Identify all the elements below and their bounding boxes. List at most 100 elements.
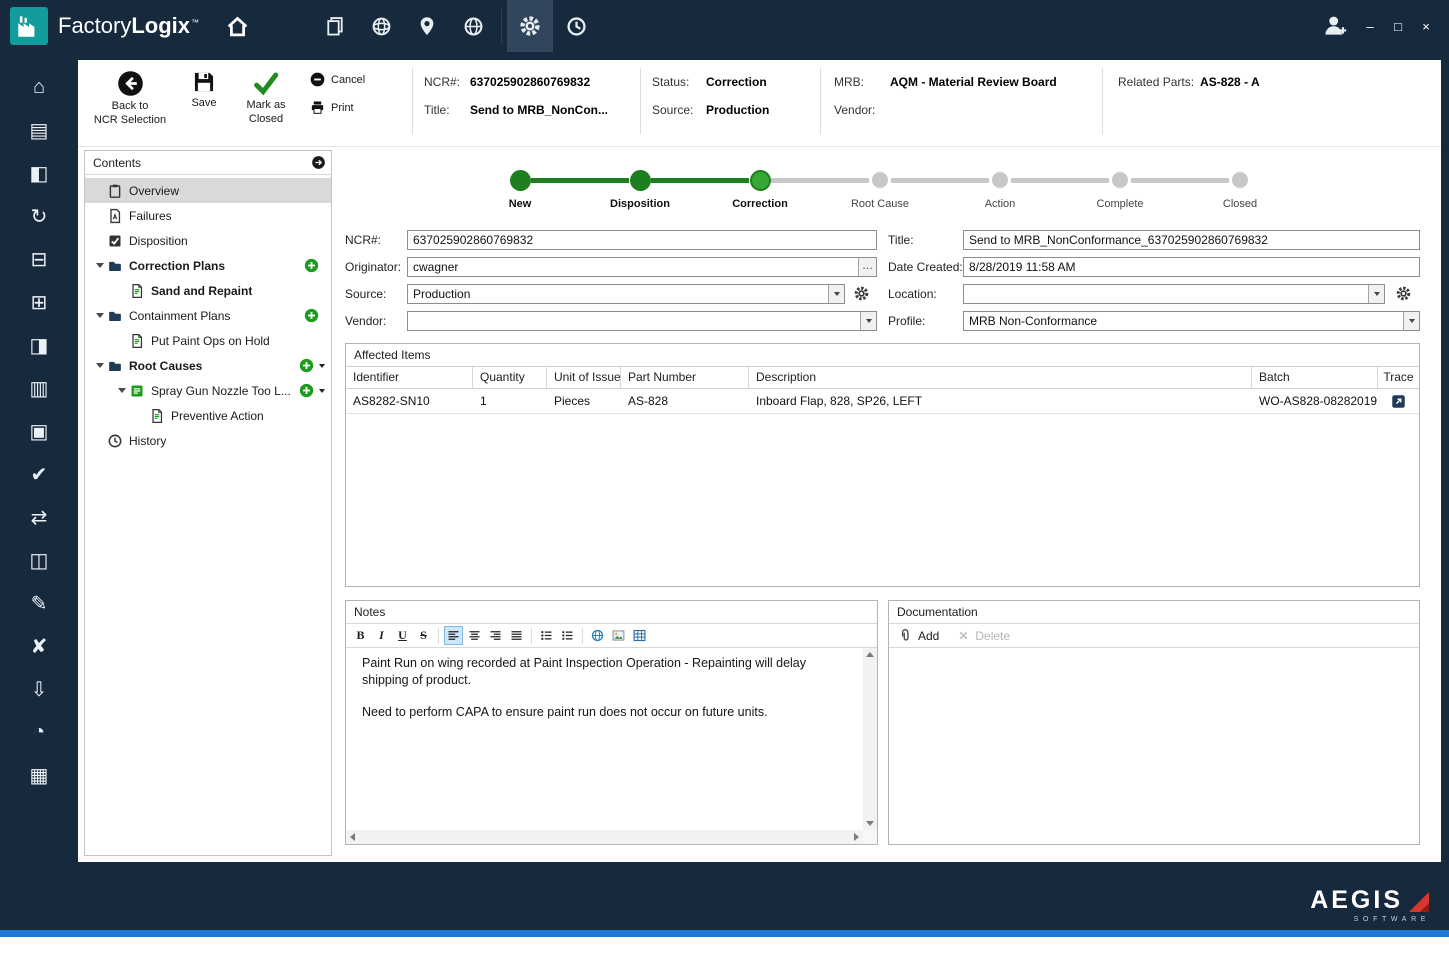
- tree-item-correction-plans[interactable]: Correction Plans: [85, 253, 331, 278]
- add-correction-plan-button[interactable]: [304, 258, 319, 273]
- title-label: Title:: [424, 103, 470, 117]
- expander-icon[interactable]: [93, 363, 107, 368]
- tree-item-root-causes[interactable]: Root Causes: [85, 353, 331, 378]
- expander-icon[interactable]: [115, 388, 129, 393]
- collapse-panel-icon[interactable]: [311, 155, 326, 170]
- back-to-ncr-selection-button[interactable]: Back toNCR Selection: [90, 70, 170, 128]
- rail-history-icon[interactable]: ↻: [0, 195, 78, 238]
- cancel-button[interactable]: Cancel: [310, 72, 365, 87]
- dropdown-arrow-icon[interactable]: [1368, 285, 1384, 303]
- ncr-input[interactable]: 637025902860769832: [407, 230, 877, 250]
- insert-image-icon[interactable]: [609, 626, 628, 645]
- insert-table-icon[interactable]: [630, 626, 649, 645]
- add-containment-plan-button[interactable]: [304, 308, 319, 323]
- tree-item-history[interactable]: History: [85, 428, 331, 453]
- content-area: Back toNCR Selection Save Mark asClosed …: [78, 60, 1441, 862]
- rail-materials-icon[interactable]: ▤: [0, 109, 78, 152]
- titlebar: FactoryLogix™ – □ ×: [0, 0, 1449, 52]
- notes-horizontal-scrollbar[interactable]: [346, 830, 863, 844]
- rail-transfer-icon[interactable]: ⇄: [0, 496, 78, 539]
- location-pin-icon[interactable]: [404, 0, 450, 52]
- align-justify-icon[interactable]: [507, 626, 526, 645]
- rail-export-icon[interactable]: ⇩: [0, 668, 78, 711]
- toolbar-status-info: Status:Correction Source:Production: [652, 68, 769, 124]
- maximize-button[interactable]: □: [1385, 6, 1411, 46]
- add-document-button[interactable]: Add: [898, 628, 939, 643]
- source-settings-gear-icon[interactable]: [853, 285, 870, 302]
- scroll-right-icon[interactable]: [854, 833, 859, 841]
- rail-reject-icon[interactable]: ✘: [0, 625, 78, 668]
- add-root-cause-button[interactable]: [299, 358, 314, 373]
- home-icon[interactable]: [225, 14, 250, 39]
- strikethrough-button[interactable]: S: [414, 626, 433, 645]
- bold-button[interactable]: B: [351, 626, 370, 645]
- print-button[interactable]: Print: [310, 100, 354, 115]
- rail-quality-icon[interactable]: ✔: [0, 453, 78, 496]
- close-button[interactable]: ×: [1413, 6, 1439, 46]
- originator-browse-button[interactable]: …: [858, 258, 876, 276]
- scroll-down-icon[interactable]: [866, 821, 874, 826]
- rail-reports-icon[interactable]: ▦: [0, 754, 78, 797]
- bullet-list-icon[interactable]: [558, 626, 577, 645]
- rail-copy-icon[interactable]: ▣: [0, 410, 78, 453]
- numbered-list-icon[interactable]: [537, 626, 556, 645]
- rail-support-icon[interactable]: ◔: [0, 711, 78, 754]
- italic-button[interactable]: I: [372, 626, 391, 645]
- notes-vertical-scrollbar[interactable]: [863, 648, 877, 830]
- scroll-left-icon[interactable]: [350, 833, 355, 841]
- sphere-icon[interactable]: [358, 0, 404, 52]
- underline-button[interactable]: U: [393, 626, 412, 645]
- rail-inspection-icon[interactable]: ⊞: [0, 281, 78, 324]
- pages-icon[interactable]: [312, 0, 358, 52]
- save-button[interactable]: Save: [180, 70, 228, 111]
- affected-item-row[interactable]: AS8282-SN10 1 Pieces AS-828 Inboard Flap…: [346, 389, 1419, 414]
- add-root-cause-menu-caret[interactable]: [319, 364, 325, 368]
- insert-link-icon[interactable]: [588, 626, 607, 645]
- tree-item-overview[interactable]: Overview: [85, 178, 331, 203]
- align-right-icon[interactable]: [486, 626, 505, 645]
- scroll-up-icon[interactable]: [866, 652, 874, 657]
- tree-item-containment-plans[interactable]: Containment Plans: [85, 303, 331, 328]
- minimize-button[interactable]: –: [1357, 6, 1383, 46]
- add-action-menu-caret[interactable]: [319, 389, 325, 393]
- settings-gear-icon[interactable]: [507, 0, 553, 52]
- location-settings-gear-icon[interactable]: [1395, 285, 1412, 302]
- dropdown-arrow-icon[interactable]: [1403, 312, 1419, 330]
- cancel-label: Cancel: [331, 74, 365, 86]
- rail-badge-icon[interactable]: ◫: [0, 539, 78, 582]
- vendor-select[interactable]: [407, 311, 877, 331]
- tree-item-preventive-action[interactable]: Preventive Action: [85, 403, 331, 428]
- tree-item-failures[interactable]: Failures: [85, 203, 331, 228]
- source-label: Source:: [652, 103, 706, 117]
- globe-icon[interactable]: [450, 0, 496, 52]
- add-action-button[interactable]: [299, 383, 314, 398]
- tree-item-put-paint-ops-on-hold[interactable]: Put Paint Ops on Hold: [85, 328, 331, 353]
- rail-engineering-icon[interactable]: ◧: [0, 152, 78, 195]
- rail-home-icon[interactable]: ⌂: [0, 66, 78, 109]
- align-left-icon[interactable]: [444, 626, 463, 645]
- rail-author-icon[interactable]: ✎: [0, 582, 78, 625]
- source-select[interactable]: Production: [407, 284, 845, 304]
- history-icon[interactable]: [553, 0, 599, 52]
- date-created-input[interactable]: 8/28/2019 11:58 AM: [963, 257, 1420, 277]
- user-add-icon[interactable]: [1315, 0, 1355, 52]
- rail-documentation-icon[interactable]: ▥: [0, 367, 78, 410]
- trace-icon[interactable]: [1391, 394, 1406, 409]
- title-input[interactable]: Send to MRB_NonConformance_6370259028607…: [963, 230, 1420, 250]
- align-center-icon[interactable]: [465, 626, 484, 645]
- notes-editor[interactable]: Paint Run on wing recorded at Paint Insp…: [346, 648, 863, 830]
- tree-item-disposition[interactable]: Disposition: [85, 228, 331, 253]
- expander-icon[interactable]: [93, 313, 107, 318]
- profile-select[interactable]: MRB Non-Conformance: [963, 311, 1420, 331]
- rail-warehouse-icon[interactable]: ◨: [0, 324, 78, 367]
- originator-input[interactable]: cwagner…: [407, 257, 877, 277]
- step-action: Action: [940, 168, 1060, 210]
- tree-item-spray-gun-nozzle[interactable]: Spray Gun Nozzle Too L...: [85, 378, 331, 403]
- location-select[interactable]: [963, 284, 1385, 304]
- rail-workstation-icon[interactable]: ⊟: [0, 238, 78, 281]
- dropdown-arrow-icon[interactable]: [860, 312, 876, 330]
- tree-item-sand-and-repaint[interactable]: Sand and Repaint: [85, 278, 331, 303]
- dropdown-arrow-icon[interactable]: [828, 285, 844, 303]
- mark-as-closed-button[interactable]: Mark asClosed: [236, 70, 296, 127]
- expander-icon[interactable]: [93, 263, 107, 268]
